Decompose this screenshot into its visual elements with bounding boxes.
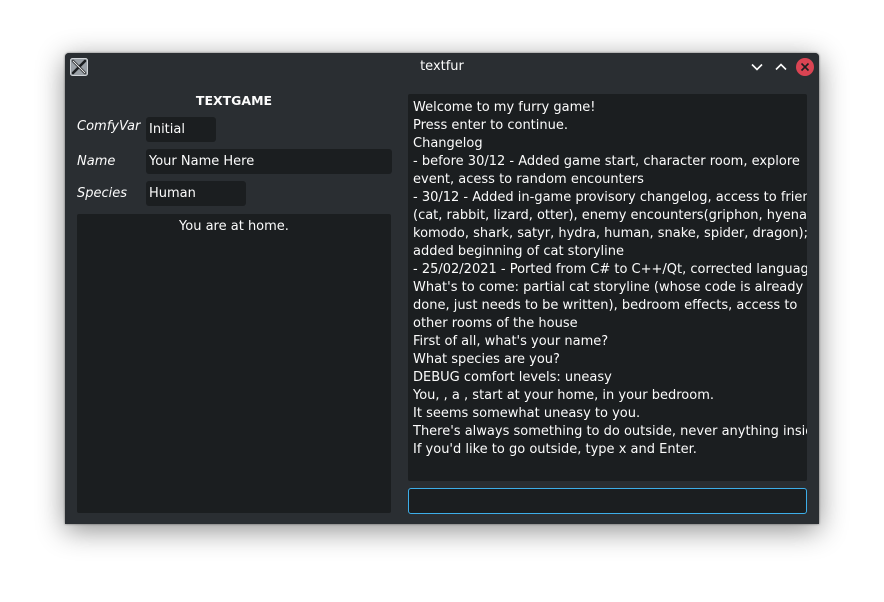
log-line: There's always something to do outside, …: [413, 424, 807, 439]
log-line: - 30/12 - Added in-game provisory change…: [413, 190, 807, 205]
comfyvar-label: ComfyVar: [77, 119, 141, 134]
log-line: - 25/02/2021 - Ported from C# to C++/Qt,…: [413, 262, 807, 277]
name-label: Name: [77, 154, 116, 169]
location-panel: You are at home.: [77, 214, 391, 513]
location-status: You are at home.: [179, 219, 289, 234]
log-line: komodo, shark, satyr, hydra, human, snak…: [413, 226, 807, 241]
command-input[interactable]: [408, 488, 807, 514]
species-label: Species: [77, 186, 128, 201]
log-line: added beginning of cat storyline: [413, 244, 625, 259]
chevron-up-icon[interactable]: [772, 58, 790, 76]
app-icon[interactable]: [70, 58, 88, 76]
app-window: textfur TEXTGAME ComfyVar Initial Name Y…: [65, 53, 819, 524]
log-line: What's to come: partial cat storyline (w…: [413, 280, 804, 295]
name-field[interactable]: Your Name Here: [146, 149, 392, 174]
log-line: What species are you?: [413, 352, 560, 367]
chevron-down-icon[interactable]: [748, 58, 766, 76]
log-line: Welcome to my furry game!: [413, 100, 596, 115]
log-line: - before 30/12 - Added game start, chara…: [413, 154, 800, 169]
game-log[interactable]: Welcome to my furry game! Press enter to…: [408, 94, 807, 481]
log-line: DEBUG comfort levels: uneasy: [413, 370, 612, 385]
log-line: If you'd like to go outside, type x and …: [413, 442, 697, 457]
log-line: event, acess to random encounters: [413, 172, 644, 187]
log-line: (cat, rabbit, lizard, otter), enemy enco…: [413, 208, 807, 223]
species-field[interactable]: Human: [146, 181, 246, 206]
log-line: You, , a , start at your home, in your b…: [413, 388, 714, 403]
window-title: textfur: [420, 59, 464, 74]
game-title: TEXTGAME: [195, 93, 273, 108]
comfyvar-field[interactable]: Initial: [146, 117, 216, 142]
log-line: Press enter to continue.: [413, 118, 568, 133]
log-line: It seems somewhat uneasy to you.: [413, 406, 641, 421]
log-line: First of all, what's your name?: [413, 334, 609, 349]
log-line: Changelog: [413, 136, 483, 151]
log-line: done, just needs to be written), bedroom…: [413, 298, 798, 313]
log-line: other rooms of the house: [413, 316, 578, 331]
close-icon[interactable]: [796, 58, 814, 76]
title-bar[interactable]: textfur: [65, 53, 819, 81]
